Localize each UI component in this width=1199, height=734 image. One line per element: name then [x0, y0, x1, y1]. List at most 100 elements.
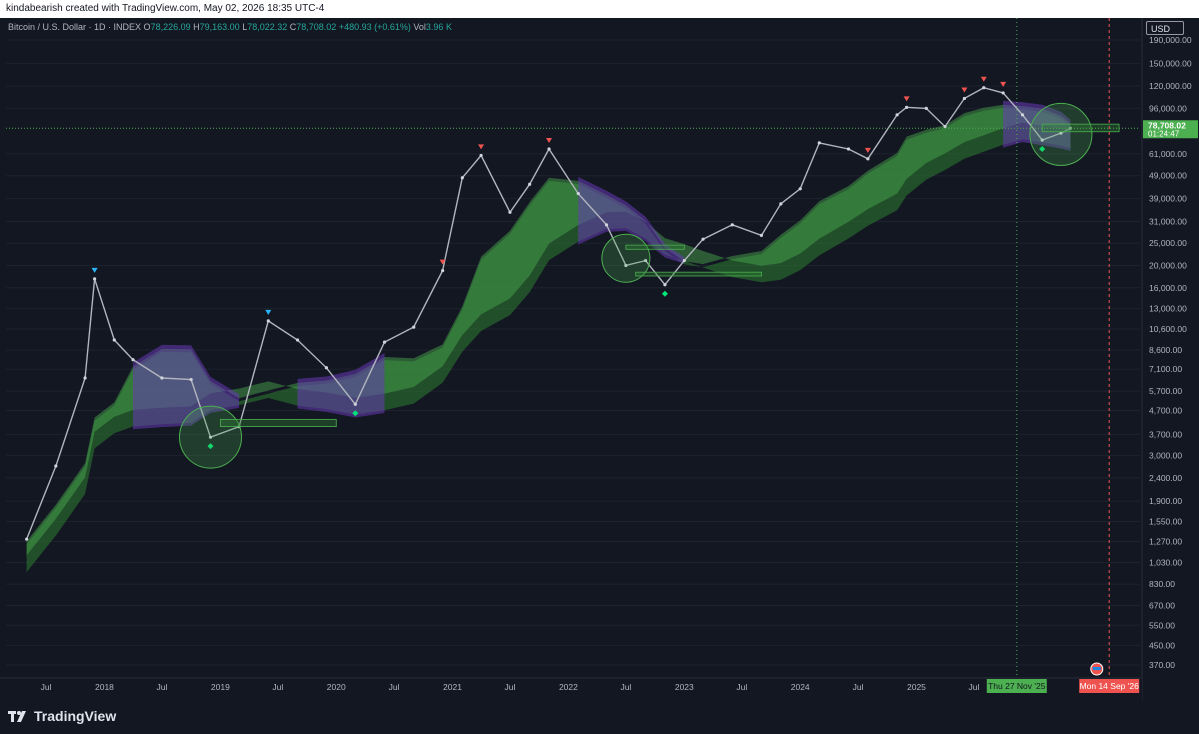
price-point [112, 338, 116, 342]
price-point [682, 258, 686, 263]
price-point [528, 182, 532, 186]
time-axis: Jul 2018 Jul 2019 Jul 2020 Jul 2021 Jul 2022 Jul 20… [0, 677, 1142, 700]
price-axis-label: 10,600.00 [1149, 324, 1187, 334]
price-point [324, 366, 329, 370]
price-point [924, 106, 928, 110]
price-axis-label: 670.00 [1149, 601, 1175, 611]
time-axis-label: Jul [620, 682, 631, 692]
price-point [1020, 113, 1025, 117]
price-axis-label: 150,000.00 [1149, 59, 1192, 69]
price-axis-label: 25,000.00 [1149, 238, 1187, 248]
symbol-legend: Bitcoin / U.S. Dollar · 1D · INDEX O78,2… [8, 22, 452, 32]
cursor-label-red: Mon 14 Sep '26 [1080, 681, 1140, 691]
price-point [295, 338, 300, 342]
price-axis-label: 370.00 [1149, 660, 1175, 670]
tradingview-brand-text: TradingView [34, 708, 117, 724]
price-point [93, 277, 97, 281]
price-point [353, 402, 357, 406]
price-point [962, 96, 966, 101]
price-axis-label: 5,700.00 [1149, 386, 1182, 396]
price-point [508, 210, 512, 214]
price-axis-label: 830.00 [1149, 579, 1175, 589]
price-point [905, 105, 909, 109]
price-point [460, 176, 464, 180]
support-zone [219, 418, 337, 428]
price-axis-label: 49,000.00 [1149, 171, 1187, 181]
price-point [131, 358, 135, 362]
price-axis-label: 3,700.00 [1149, 429, 1182, 439]
price-axis-label: 450.00 [1149, 640, 1175, 650]
time-axis-label: 2025 [907, 682, 926, 692]
open-value: 78,226.09 [150, 22, 191, 32]
currency-button[interactable]: USD [1146, 21, 1184, 35]
footer: TradingView [0, 700, 1199, 734]
price-point [54, 464, 58, 468]
price-tag-countdown: 01:24:47 [1148, 129, 1180, 138]
chart-area[interactable]: 190,000.00 150,000.00 120,000.00 96,000.00 6… [0, 18, 1199, 700]
price-axis-label: 1,270.00 [1149, 537, 1182, 547]
time-axis-label: 2022 [559, 682, 578, 692]
chart-author-text: kindabearish created with TradingView.co… [6, 3, 325, 14]
price-axis-label: 4,700.00 [1149, 405, 1182, 415]
price-axis-label: 1,030.00 [1149, 557, 1182, 567]
price-point [759, 233, 764, 237]
price-point [382, 340, 387, 344]
price-point [663, 283, 667, 287]
price-point [189, 377, 193, 382]
price-point [412, 325, 416, 329]
price-point [817, 141, 821, 145]
price-axis-label: 550.00 [1149, 620, 1175, 630]
price-point [866, 157, 870, 161]
price-point [160, 376, 164, 380]
price-axis-label: 120,000.00 [1149, 81, 1192, 91]
price-point [479, 153, 483, 158]
price-point [25, 537, 29, 541]
time-axis-label: 2021 [443, 682, 462, 692]
price-axis-label: 3,000.00 [1149, 450, 1182, 460]
time-axis-label: Jul [41, 682, 52, 692]
highlight-circle [1029, 102, 1093, 166]
price-axis-label: 1,900.00 [1149, 496, 1182, 506]
price-chart[interactable]: 190,000.00 150,000.00 120,000.00 96,000.00 6… [0, 18, 1199, 700]
price-axis-label: 2,400.00 [1149, 473, 1182, 483]
time-axis-label: 2019 [211, 682, 230, 692]
time-axis-label: Jul [505, 682, 516, 692]
time-axis-label: 2023 [675, 682, 694, 692]
close-value: 78,708.02 [296, 22, 337, 32]
time-axis-label: Jul [272, 682, 283, 692]
price-axis-label: 61,000.00 [1149, 149, 1187, 159]
price-axis-label: 96,000.00 [1149, 103, 1187, 113]
time-axis-label: 2024 [791, 682, 810, 692]
price-point [604, 223, 609, 227]
price-point [982, 86, 986, 90]
price-point [83, 376, 87, 380]
tradingview-logo-icon [8, 711, 26, 722]
open-label: O [143, 22, 151, 32]
event-flag-bar [1092, 667, 1101, 670]
time-axis-label: Jul [736, 682, 747, 692]
high-value: 79,163.00 [199, 22, 240, 32]
price-axis-label: 31,000.00 [1149, 217, 1187, 227]
low-value: 78,022.32 [247, 22, 288, 32]
highlight-circle [179, 405, 243, 469]
support-zone [625, 244, 685, 250]
price-point [943, 125, 947, 129]
time-axis-label: Jul [389, 682, 400, 692]
price-axis-label: 1,550.00 [1149, 517, 1182, 527]
price-point [798, 187, 802, 191]
price-axis-label: 8,600.00 [1149, 345, 1182, 355]
price-point [846, 147, 851, 151]
volume-label: Vol [413, 22, 426, 32]
price-point [730, 223, 734, 227]
price-axis-label: 39,000.00 [1149, 194, 1187, 204]
tradingview-logo[interactable]: TradingView [8, 708, 116, 724]
price-point [701, 237, 705, 241]
event-flag-icon [1090, 662, 1104, 676]
time-axis-label: 2020 [327, 682, 346, 692]
price-point [266, 319, 270, 323]
chart-header-bar: kindabearish created with TradingView.co… [0, 0, 1199, 18]
support-zone [635, 271, 762, 277]
time-axis-label: Jul [853, 682, 864, 692]
time-axis-label: 2018 [95, 682, 114, 692]
price-point [895, 113, 899, 117]
